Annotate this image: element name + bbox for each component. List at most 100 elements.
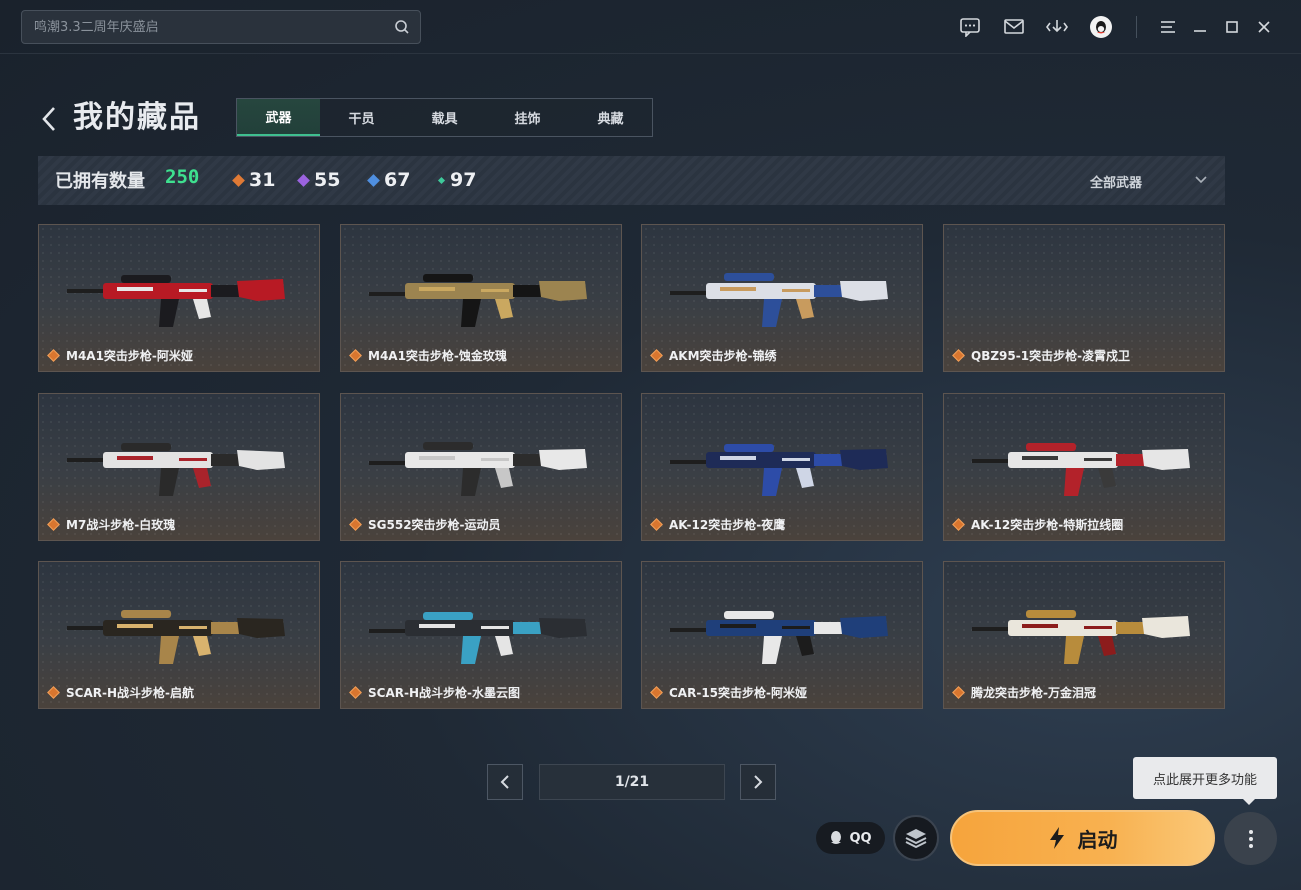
weapon-filter-dropdown[interactable]: 全部武器 (1090, 172, 1142, 191)
weapon-card[interactable]: M4A1突击步枪-阿米娅 (38, 224, 320, 372)
tab-vehicles[interactable]: 载具 (403, 99, 486, 136)
rarity-diamond-icon (47, 518, 60, 531)
launch-label: 启动 (1077, 827, 1118, 852)
weapon-card-label: SG552突击步枪-运动员 (349, 516, 501, 533)
orange-diamond-icon (232, 173, 245, 187)
weapon-name: SCAR-H战斗步枪-启航 (66, 686, 194, 700)
launch-button[interactable]: 启动 (950, 810, 1215, 866)
weapon-card-label: AKM突击步枪-锦绣 (650, 347, 777, 364)
owned-count: 250 (165, 166, 200, 188)
green-diamond-icon (437, 176, 446, 184)
rarity-diamond-icon (349, 686, 362, 699)
mail-icon[interactable] (1002, 15, 1026, 39)
weapon-card-label: SCAR-H战斗步枪-水墨云图 (349, 684, 520, 701)
chevron-left-icon (500, 775, 509, 789)
weapon-name: AK-12突击步枪-夜鹰 (669, 518, 786, 532)
qq-penguin-icon (831, 831, 842, 844)
search-input[interactable] (22, 11, 382, 43)
rarity-orange-count: 31 (232, 169, 275, 191)
download-icon[interactable] (1045, 15, 1069, 39)
weapon-name: AKM突击步枪-锦绣 (669, 349, 777, 363)
collection-stats-bar: 已拥有数量 250 31 55 67 97 全部武器 (38, 156, 1225, 205)
weapon-card[interactable]: SG552突击步枪-运动员 (340, 393, 622, 541)
rarity-diamond-icon (349, 349, 362, 362)
qq-login-badge[interactable]: QQ (816, 822, 885, 854)
tab-operators[interactable]: 干员 (320, 99, 403, 136)
tab-charms[interactable]: 挂饰 (486, 99, 569, 136)
weapon-card-label: CAR-15突击步枪-阿米娅 (650, 684, 807, 701)
rarity-count: 55 (314, 169, 341, 191)
weapon-name: 腾龙突击步枪-万金泪冠 (971, 686, 1096, 700)
rarity-diamond-icon (650, 349, 663, 362)
weapon-skin-image (369, 612, 587, 664)
rarity-diamond-icon (47, 686, 60, 699)
rarity-count: 97 (450, 169, 477, 191)
weapon-card[interactable]: M4A1突击步枪-蚀金玫瑰 (340, 224, 622, 372)
back-arrow-icon[interactable] (38, 104, 62, 134)
weapon-skin-image (972, 443, 1190, 496)
weapon-name: QBZ95-1突击步枪-凌霄戍卫 (971, 349, 1131, 363)
blue-diamond-icon (367, 173, 380, 187)
rarity-diamond-icon (952, 518, 965, 531)
purple-diamond-icon (297, 173, 310, 187)
next-page-button[interactable] (740, 764, 776, 800)
weapon-name: SG552突击步枪-运动员 (368, 518, 501, 532)
rarity-count: 67 (384, 169, 411, 191)
weapon-card-label: M7战斗步枪-白玫瑰 (47, 516, 176, 533)
weapon-skin-image (670, 611, 888, 664)
prev-page-button[interactable] (487, 764, 523, 800)
weapon-card[interactable]: M7战斗步枪-白玫瑰 (38, 393, 320, 541)
weapon-card-label: M4A1突击步枪-阿米娅 (47, 347, 193, 364)
search-icon[interactable] (394, 19, 410, 35)
weapon-card[interactable]: SCAR-H战斗步枪-启航 (38, 561, 320, 709)
weapon-skin-image (670, 273, 888, 327)
layers-icon (905, 829, 927, 849)
weapon-skin-image (369, 274, 587, 327)
weapon-card[interactable]: SCAR-H战斗步枪-水墨云图 (340, 561, 622, 709)
weapon-card[interactable]: CAR-15突击步枪-阿米娅 (641, 561, 923, 709)
qq-avatar-icon[interactable] (1089, 15, 1113, 39)
toolbar-divider (1136, 16, 1137, 38)
rarity-diamond-icon (47, 349, 60, 362)
weapon-skin-image (67, 610, 285, 664)
rarity-green-count: 97 (437, 169, 477, 191)
tab-collection[interactable]: 典藏 (569, 99, 652, 136)
maximize-icon[interactable] (1220, 15, 1244, 39)
weapon-card[interactable]: AK-12突击步枪-特斯拉线圈 (943, 393, 1225, 541)
menu-icon[interactable] (1156, 15, 1180, 39)
weapon-skin-image (369, 442, 587, 496)
page-title: 我的藏品 (73, 100, 201, 135)
weapon-skin-image (972, 610, 1190, 664)
page-indicator: 1/21 (539, 764, 725, 800)
category-tabs: 武器 干员 载具 挂饰 典藏 (236, 98, 653, 137)
more-features-tooltip: 点此展开更多功能 (1133, 757, 1277, 805)
rarity-diamond-icon (952, 349, 965, 362)
lightning-icon (1049, 827, 1064, 849)
weapon-card[interactable]: AK-12突击步枪-夜鹰 (641, 393, 923, 541)
weapon-card[interactable]: 腾龙突击步枪-万金泪冠 (943, 561, 1225, 709)
weapon-name: SCAR-H战斗步枪-水墨云图 (368, 686, 520, 700)
weapon-card-label: 腾龙突击步枪-万金泪冠 (952, 684, 1096, 701)
owned-label: 已拥有数量 (55, 171, 145, 192)
weapon-card[interactable]: AKM突击步枪-锦绣 (641, 224, 923, 372)
search-box[interactable] (21, 10, 421, 44)
rarity-diamond-icon (349, 518, 362, 531)
layers-button[interactable] (893, 815, 939, 861)
more-options-button[interactable] (1224, 812, 1277, 865)
top-bar (0, 0, 1301, 54)
rarity-blue-count: 67 (367, 169, 411, 191)
weapon-name: M7战斗步枪-白玫瑰 (66, 518, 176, 532)
weapon-card[interactable]: QBZ95-1突击步枪-凌霄戍卫 (943, 224, 1225, 372)
weapon-name: CAR-15突击步枪-阿米娅 (669, 686, 807, 700)
weapon-name: AK-12突击步枪-特斯拉线圈 (971, 518, 1124, 532)
weapon-card-label: AK-12突击步枪-特斯拉线圈 (952, 516, 1124, 533)
chat-icon[interactable] (958, 15, 982, 39)
weapon-name: M4A1突击步枪-蚀金玫瑰 (368, 349, 507, 363)
minimize-icon[interactable] (1188, 15, 1212, 39)
tab-weapons[interactable]: 武器 (237, 99, 320, 136)
close-icon[interactable] (1252, 15, 1276, 39)
chevron-down-icon[interactable] (1193, 172, 1209, 188)
weapon-name: M4A1突击步枪-阿米娅 (66, 349, 193, 363)
more-vertical-icon (1248, 829, 1253, 848)
weapon-card-label: SCAR-H战斗步枪-启航 (47, 684, 194, 701)
